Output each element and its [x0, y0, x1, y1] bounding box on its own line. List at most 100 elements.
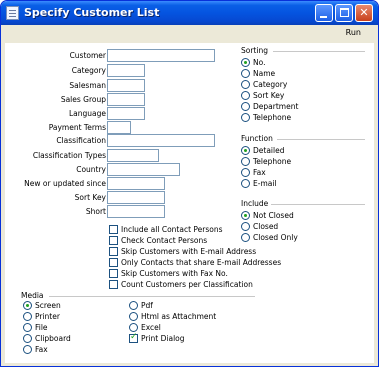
customer-field[interactable]	[107, 49, 215, 62]
media-screen-radio[interactable]	[23, 301, 32, 310]
sorting-no-radio[interactable]	[241, 58, 250, 67]
sorting-sort-key-label: Sort Key	[253, 91, 285, 100]
include-divider	[271, 204, 365, 205]
media-printer-radio[interactable]	[23, 312, 32, 321]
include-closed-only-radio[interactable]	[241, 233, 250, 242]
sorting-department-radio[interactable]	[241, 102, 250, 111]
classification-field[interactable]	[107, 134, 215, 147]
sorting-no-label: No.	[253, 58, 266, 67]
form-area: Customer Category Salesman Sales Group L…	[5, 43, 374, 363]
skip-customers-email-checkbox[interactable]	[109, 247, 118, 256]
media-fax-radio[interactable]	[23, 345, 32, 354]
check-contact-persons-label: Check Contact Persons	[121, 236, 208, 245]
sorting-department-label: Department	[253, 102, 299, 111]
sorting-sort-key-radio[interactable]	[241, 91, 250, 100]
close-icon: ✕	[359, 6, 369, 19]
classification-label: Classification	[56, 136, 106, 145]
media-divider	[49, 296, 255, 297]
close-button[interactable]: ✕	[355, 4, 373, 22]
sorting-name-label: Name	[253, 69, 276, 78]
media-group-title: Media	[21, 291, 44, 300]
country-label: Country	[76, 165, 106, 174]
media-html-attachment-radio[interactable]	[129, 312, 138, 321]
media-screen-label: Screen	[35, 301, 61, 310]
window-title: Specify Customer List	[24, 6, 160, 19]
media-excel-radio[interactable]	[129, 323, 138, 332]
function-telephone-radio[interactable]	[241, 157, 250, 166]
sort-key-field[interactable]	[107, 191, 165, 204]
media-fax-label: Fax	[35, 345, 48, 354]
minimize-icon	[320, 16, 327, 18]
function-detailed-label: Detailed	[253, 146, 285, 155]
include-all-contact-persons-checkbox[interactable]	[109, 225, 118, 234]
function-email-label: E-mail	[253, 179, 277, 188]
minimize-button[interactable]	[315, 4, 333, 22]
sort-key-label: Sort Key	[74, 193, 106, 202]
sorting-telephone-radio[interactable]	[241, 113, 250, 122]
check-contact-persons-checkbox[interactable]	[109, 236, 118, 245]
short-label: Short	[85, 207, 106, 216]
short-field[interactable]	[107, 205, 165, 218]
sorting-divider	[273, 51, 365, 52]
function-divider	[277, 139, 365, 140]
print-dialog-checkbox[interactable]	[129, 332, 138, 343]
skip-customers-fax-label: Skip Customers with Fax No.	[121, 269, 228, 278]
document-icon	[6, 6, 19, 20]
sorting-telephone-label: Telephone	[253, 113, 292, 122]
sales-group-field[interactable]	[107, 93, 145, 106]
toolbar: Run	[1, 25, 378, 43]
sorting-category-radio[interactable]	[241, 80, 250, 89]
salesman-field[interactable]	[107, 79, 145, 92]
title-bar[interactable]: Specify Customer List ✕	[1, 1, 378, 25]
classification-types-field[interactable]	[107, 149, 159, 162]
include-closed-radio[interactable]	[241, 222, 250, 231]
function-email-radio[interactable]	[241, 179, 250, 188]
maximize-icon	[340, 8, 349, 17]
function-fax-label: Fax	[253, 168, 266, 177]
customer-label: Customer	[69, 51, 106, 60]
sorting-group-title: Sorting	[241, 46, 268, 55]
sales-group-label: Sales Group	[60, 95, 106, 104]
media-clipboard-label: Clipboard	[35, 334, 71, 343]
language-field[interactable]	[107, 107, 145, 120]
include-group-title: Include	[241, 199, 269, 208]
media-pdf-radio[interactable]	[129, 301, 138, 310]
include-closed-label: Closed	[253, 222, 279, 231]
new-or-updated-since-field[interactable]	[107, 177, 165, 190]
category-field[interactable]	[107, 64, 145, 77]
include-closed-only-label: Closed Only	[253, 233, 298, 242]
media-file-radio[interactable]	[23, 323, 32, 332]
include-not-closed-radio[interactable]	[241, 211, 250, 220]
media-clipboard-radio[interactable]	[23, 334, 32, 343]
function-group-title: Function	[241, 134, 273, 143]
payment-terms-field[interactable]	[107, 121, 131, 134]
count-customers-per-classification-checkbox[interactable]	[109, 280, 118, 289]
country-field[interactable]	[107, 163, 180, 176]
payment-terms-label: Payment Terms	[48, 123, 106, 132]
maximize-button[interactable]	[335, 4, 353, 22]
function-fax-radio[interactable]	[241, 168, 250, 177]
function-telephone-label: Telephone	[253, 157, 292, 166]
sorting-category-label: Category	[253, 80, 288, 89]
specify-customer-list-window: Specify Customer List ✕ Run Customer Cat…	[0, 0, 379, 367]
include-not-closed-label: Not Closed	[253, 211, 294, 220]
count-customers-per-classification-label: Count Customers per Classification	[121, 280, 253, 289]
new-or-updated-since-label: New or updated since	[24, 179, 106, 188]
salesman-label: Salesman	[69, 81, 106, 90]
sorting-name-radio[interactable]	[241, 69, 250, 78]
media-pdf-label: Pdf	[141, 301, 153, 310]
media-printer-label: Printer	[35, 312, 60, 321]
run-button[interactable]: Run	[346, 28, 361, 37]
only-contacts-share-email-checkbox[interactable]	[109, 258, 118, 267]
print-dialog-label: Print Dialog	[141, 334, 185, 343]
skip-customers-email-label: Skip Customers with E-mail Address	[121, 247, 257, 256]
media-html-attachment-label: Html as Attachment	[141, 312, 217, 321]
skip-customers-fax-checkbox[interactable]	[109, 269, 118, 278]
category-label: Category	[71, 66, 106, 75]
function-detailed-radio[interactable]	[241, 146, 250, 155]
classification-types-label: Classification Types	[32, 151, 106, 160]
media-file-label: File	[35, 323, 48, 332]
language-label: Language	[68, 109, 106, 118]
include-all-contact-persons-label: Include all Contact Persons	[121, 225, 223, 234]
only-contacts-share-email-label: Only Contacts that share E-mail Addresse…	[121, 258, 282, 267]
